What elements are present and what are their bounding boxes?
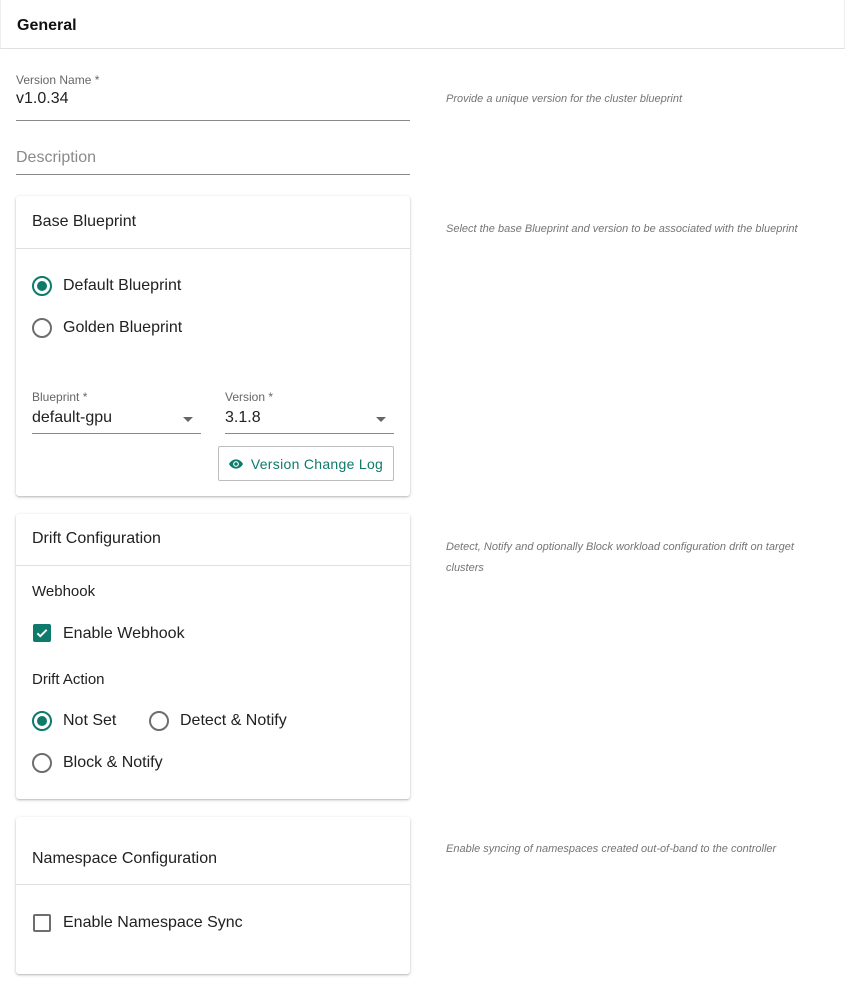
version-select-label: Version * (225, 390, 274, 404)
enable-namespace-sync-checkbox[interactable] (33, 914, 51, 932)
default-blueprint-label: Default Blueprint (63, 277, 182, 294)
description-placeholder: Description (16, 149, 97, 166)
description-field[interactable]: Description (16, 149, 410, 175)
version-name-input[interactable]: v1.0.34 (16, 90, 410, 121)
base-blueprint-card-header: Base Blueprint (16, 196, 410, 249)
version-select[interactable]: Version * 3.1.8 (225, 390, 394, 434)
version-change-log-label: Version Change Log (250, 455, 384, 472)
base-blueprint-hint: Select the base Blueprint and version to… (446, 223, 798, 235)
chevron-down-icon (376, 417, 386, 422)
version-name-hint: Provide a unique version for the cluster… (446, 93, 683, 105)
drift-detect-notify-radio[interactable] (149, 711, 169, 731)
drift-not-set-radio[interactable] (32, 711, 52, 731)
description-input[interactable]: Description (16, 149, 410, 175)
namespace-hint: Enable syncing of namespaces created out… (446, 843, 777, 855)
namespace-configuration-card: Namespace Configuration Enable Namespace… (16, 817, 410, 974)
default-blueprint-radio[interactable] (32, 276, 52, 296)
drift-block-notify-radio[interactable] (32, 753, 52, 773)
enable-namespace-sync-label: Enable Namespace Sync (63, 914, 243, 931)
drift-block-notify-label: Block & Notify (63, 754, 163, 771)
drift-not-set-label: Not Set (63, 712, 117, 729)
eye-icon (228, 458, 243, 469)
drift-card-header: Drift Configuration (16, 514, 410, 566)
version-name-field[interactable]: Version Name * v1.0.34 (16, 73, 410, 121)
section-title: General (17, 17, 77, 34)
blueprint-select-label: Blueprint * (32, 390, 88, 404)
drift-detect-notify-label: Detect & Notify (180, 712, 287, 729)
drift-configuration-card: Drift Configuration Webhook Enable Webho… (16, 514, 410, 799)
blueprint-select[interactable]: Blueprint * default-gpu (32, 390, 201, 434)
namespace-card-header: Namespace Configuration (16, 817, 410, 885)
enable-webhook-checkbox[interactable] (33, 624, 51, 642)
enable-webhook-label: Enable Webhook (63, 625, 185, 642)
version-select-value: 3.1.8 (225, 409, 261, 426)
version-change-log-button[interactable]: Version Change Log (218, 446, 394, 481)
drift-title: Drift Configuration (32, 530, 161, 547)
blueprint-select-value: default-gpu (32, 409, 113, 426)
version-name-value: v1.0.34 (16, 90, 69, 107)
base-blueprint-title: Base Blueprint (32, 213, 137, 230)
base-blueprint-card: Base Blueprint Default Blueprint Golden … (16, 196, 410, 496)
check-icon (36, 629, 48, 638)
golden-blueprint-label: Golden Blueprint (63, 319, 183, 336)
golden-blueprint-radio[interactable] (32, 318, 52, 338)
section-header: General (0, 0, 845, 49)
namespace-title: Namespace Configuration (32, 850, 217, 867)
drift-hint: Detect, Notify and optionally Block work… (446, 541, 794, 574)
webhook-label: Webhook (32, 583, 96, 600)
drift-action-label: Drift Action (32, 671, 105, 688)
version-name-label: Version Name * (16, 73, 100, 87)
chevron-down-icon (183, 417, 193, 422)
